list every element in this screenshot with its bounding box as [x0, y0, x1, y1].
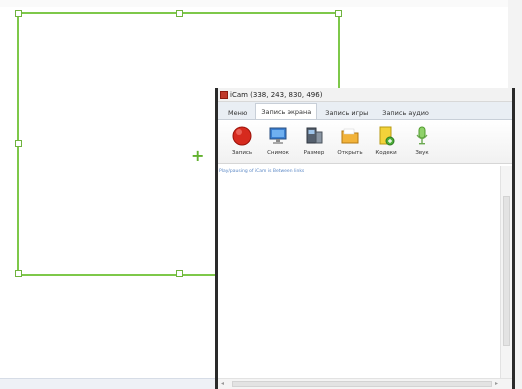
- tab-menu[interactable]: Меню: [222, 105, 253, 119]
- horizontal-scrollbar[interactable]: ◂ ▸: [218, 378, 512, 389]
- resize-handle-top-right[interactable]: [335, 10, 342, 17]
- monitor-icon: [267, 125, 289, 147]
- folder-icon: [339, 125, 361, 147]
- resize-handle-top-left[interactable]: [15, 10, 22, 17]
- size-button[interactable]: Размер: [296, 125, 332, 156]
- snapshot-button[interactable]: Снимок: [260, 125, 296, 156]
- size-button-label: Размер: [303, 150, 325, 156]
- sound-button-label: Звук: [415, 150, 429, 156]
- size-icon: [303, 125, 325, 147]
- codecs-button[interactable]: Кодеки: [368, 125, 404, 156]
- vertical-scrollbar[interactable]: [500, 166, 512, 378]
- record-icon: [231, 125, 253, 147]
- log-area[interactable]: Play/pausing of iCam is Between links: [218, 166, 512, 378]
- codecs-icon: [375, 125, 397, 147]
- resize-handle-top[interactable]: [176, 10, 183, 17]
- microphone-icon: [411, 125, 433, 147]
- toolbar: Запись Снимок Размер Открыть Кодеки Звук: [218, 120, 512, 164]
- snapshot-button-label: Снимок: [267, 150, 289, 156]
- app-logo-icon: [220, 90, 228, 99]
- scroll-right-arrow-icon[interactable]: ▸: [495, 380, 498, 388]
- sound-button[interactable]: Звук: [404, 125, 440, 156]
- codecs-button-label: Кодеки: [375, 150, 397, 156]
- tab-game-recording[interactable]: Запись игры: [319, 105, 374, 119]
- desktop-taskbar-strip: [0, 378, 215, 389]
- hint-text: Play/pausing of iCam is Between links: [219, 169, 305, 174]
- desktop-top-strip: [0, 0, 522, 7]
- open-button-label: Открыть: [337, 150, 363, 156]
- record-button-label: Запись: [231, 150, 253, 156]
- horizontal-scroll-thumb[interactable]: [232, 381, 492, 387]
- vertical-scroll-thumb[interactable]: [503, 196, 510, 346]
- record-button[interactable]: Запись: [224, 125, 260, 156]
- tab-bar: Меню Запись экрана Запись игры Запись ау…: [218, 102, 512, 120]
- app-window: iCam (338, 243, 830, 496) Меню Запись эк…: [215, 88, 515, 389]
- tab-screen-recording[interactable]: Запись экрана: [255, 103, 318, 119]
- open-button[interactable]: Открыть: [332, 125, 368, 156]
- resize-handle-left[interactable]: [15, 140, 22, 147]
- title-bar[interactable]: iCam (338, 243, 830, 496): [218, 88, 512, 102]
- move-crosshair-icon[interactable]: +: [191, 148, 204, 164]
- resize-handle-bottom-left[interactable]: [15, 270, 22, 277]
- scroll-left-arrow-icon[interactable]: ◂: [221, 380, 224, 388]
- window-title: iCam (338, 243, 830, 496): [230, 90, 323, 99]
- resize-handle-bottom[interactable]: [176, 270, 183, 277]
- tab-audio-recording[interactable]: Запись аудио: [376, 105, 435, 119]
